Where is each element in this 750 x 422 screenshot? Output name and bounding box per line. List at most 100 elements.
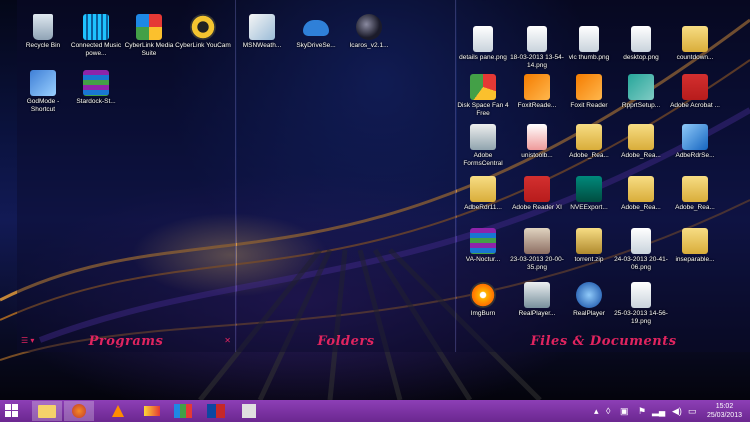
file-label: Adobe_Rea...	[621, 152, 661, 159]
desktop-file-item[interactable]: Adobe_Rea...	[614, 124, 668, 160]
desktop-file-item[interactable]: Adobe_Rea...	[562, 124, 616, 160]
file-label: 18-03-2013 13-54-14.png	[510, 54, 564, 69]
file-label: countdown...	[676, 54, 714, 61]
desktop-file-item[interactable]: ImgBurn	[456, 282, 510, 318]
desktop-file-item[interactable]: Adobe Acrobat ...	[668, 74, 722, 110]
folder-icon	[470, 176, 496, 202]
desktop-file-item[interactable]: Disk Space Fan 4 Free	[456, 74, 510, 118]
firefox-icon	[72, 404, 86, 418]
file-label: 24-03-2013 20-41-06.png	[614, 256, 668, 271]
taskbar-office-group[interactable]	[170, 401, 196, 421]
desktop-icon-stardock[interactable]: Stardock-St...	[67, 70, 125, 106]
desktop-icon-recycle-bin[interactable]: Recycle Bin	[14, 14, 72, 50]
skydrive-cloud-icon	[303, 20, 329, 36]
taskbar-firefox[interactable]	[64, 401, 94, 421]
start-button[interactable]	[5, 404, 19, 418]
desktop-file-item[interactable]: Adobe_Rea...	[614, 176, 668, 212]
vlc-icon	[112, 405, 124, 417]
desktop-file-item[interactable]: RealPlayer...	[510, 282, 564, 318]
security-icon[interactable]: ▣	[620, 406, 629, 417]
image-file-icon	[631, 26, 651, 52]
file-label: 25-03-2013 14-56-19.png	[614, 310, 668, 325]
file-label: Adobe FormsCentral	[463, 152, 503, 167]
desktop-file-item[interactable]: Adobe_Rea...	[668, 176, 722, 212]
bluetooth-icon[interactable]: ◊	[606, 406, 610, 416]
desktop-icon-cyberlink-media[interactable]: CyberLink Media Suite	[120, 14, 178, 58]
weather-icon	[249, 14, 275, 40]
image-file-icon	[631, 282, 651, 308]
folder-icon	[628, 124, 654, 150]
file-label: Adobe_Rea...	[569, 152, 609, 159]
desktop-icon-icaros[interactable]: Icaros_v2.1...	[340, 14, 398, 50]
file-label: inseparable...	[675, 256, 715, 263]
volume-icon[interactable]: ◀)	[672, 406, 682, 417]
file-label: FoxitReade...	[517, 102, 557, 109]
desktop-icon-skydrive[interactable]: SkyDriveSe...	[287, 14, 345, 50]
desktop-file-item[interactable]: torrent.zip	[562, 228, 616, 264]
desktop-file-item[interactable]: AdbeRdr11...	[456, 176, 510, 212]
file-label: ImgBurn	[470, 310, 496, 317]
desktop-file-item[interactable]: unistoolb...	[510, 124, 564, 160]
youcam-icon	[190, 14, 216, 40]
desktop-file-item[interactable]: VA-Noctur...	[456, 228, 510, 264]
file-label: Foxit Reader	[570, 102, 608, 109]
desktop: ☰ ▾ ✕ Programs Folders Files & Documents…	[0, 0, 750, 400]
file-label: Adobe_Rea...	[675, 204, 715, 211]
keyboard-icon[interactable]: ▭	[688, 406, 697, 417]
desktop-file-item[interactable]: countdown...	[668, 26, 722, 62]
music-equalizer-icon	[83, 14, 109, 40]
desktop-file-item[interactable]: RealPlayer	[562, 282, 616, 318]
cyberlink-media-icon	[136, 14, 162, 40]
pie-chart-icon	[470, 74, 496, 100]
desktop-file-item[interactable]: details pane.png	[456, 26, 510, 62]
desktop-file-item[interactable]: inseparable...	[668, 228, 722, 264]
taskbar-pinned-group-1[interactable]	[138, 401, 166, 421]
pdf-icon	[682, 74, 708, 100]
desktop-icon-connected-music[interactable]: Connected Music powe...	[67, 14, 125, 58]
folders-fence[interactable]: Folders	[237, 0, 456, 352]
fence-title-files: Files & Documents	[530, 334, 677, 349]
desktop-icon-godmode[interactable]: GodMode - Shortcut	[14, 70, 72, 114]
desktop-file-item[interactable]: desktop.png	[614, 26, 668, 62]
control-panel-icon	[30, 70, 56, 96]
image-file-icon	[579, 26, 599, 52]
tray-overflow-icon[interactable]: ▴	[594, 406, 599, 417]
winrar-archive-icon	[470, 228, 496, 254]
folder-icon	[38, 405, 56, 418]
desktop-icon-msn-weather[interactable]: MSNWeath...	[233, 14, 291, 50]
folder-icon	[576, 124, 602, 150]
file-label: 23-03-2013 20-00-35.png	[510, 256, 564, 271]
file-label: AdbeRdr11...	[464, 204, 502, 211]
desktop-file-item[interactable]: Adobe FormsCentral	[456, 124, 510, 168]
file-label: unistoolb...	[521, 152, 553, 159]
taskbar-vlc[interactable]	[104, 401, 132, 421]
desktop-file-item[interactable]: 23-03-2013 20-00-35.png	[510, 228, 564, 272]
desktop-file-item[interactable]: FoxitReade...	[510, 74, 564, 110]
taskbar-explorer[interactable]	[32, 401, 62, 421]
action-center-flag-icon[interactable]: ⚑	[638, 406, 646, 417]
pdf-file-icon	[527, 124, 547, 150]
file-label: VA-Noctur...	[465, 256, 501, 263]
file-label: Adobe Reader XI	[512, 204, 562, 211]
foxit-icon	[524, 74, 550, 100]
file-label: desktop.png	[623, 54, 659, 61]
desktop-icon-youcam[interactable]: CyberLink YouCam	[174, 14, 232, 50]
desktop-file-item[interactable]: NVEExport...	[562, 176, 616, 212]
desktop-file-item[interactable]: RpprtSetup...	[614, 74, 668, 110]
file-label: Adobe_Rea...	[621, 204, 661, 211]
system-clock[interactable]: 15:02 25/03/2013	[707, 402, 742, 420]
realplayer-icon	[576, 282, 602, 308]
desktop-file-item[interactable]: 18-03-2013 13-54-14.png	[510, 26, 564, 70]
desktop-file-item[interactable]: Adobe Reader XI	[510, 176, 564, 212]
photo-icon	[524, 228, 550, 254]
network-icon[interactable]: ▂▄	[652, 406, 665, 417]
desktop-file-item[interactable]: Foxit Reader	[562, 74, 616, 110]
setup-icon	[628, 74, 654, 100]
taskbar-adobe-group[interactable]	[202, 401, 230, 421]
desktop-file-item[interactable]: AdbeRdrSe...	[668, 124, 722, 160]
desktop-file-item[interactable]: 25-03-2013 14-56-19.png	[614, 282, 668, 326]
pinned-apps-icon	[144, 406, 160, 416]
desktop-file-item[interactable]: 24-03-2013 20-41-06.png	[614, 228, 668, 272]
desktop-file-item[interactable]: vlc thumb.png	[562, 26, 616, 62]
taskbar-calendar[interactable]	[236, 401, 262, 421]
